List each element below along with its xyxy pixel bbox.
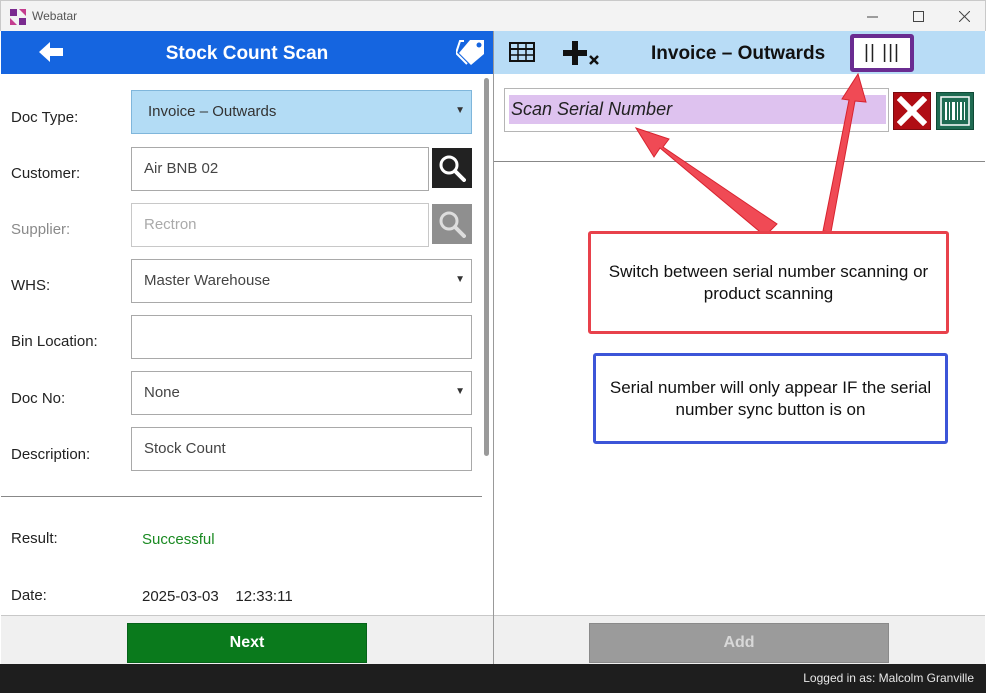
close-icon [897,96,927,126]
caret-down-icon: ▼ [455,105,465,116]
scan-serial-input[interactable] [509,95,886,124]
caret-down-icon: ▼ [455,274,465,285]
table-icon[interactable] [509,42,535,62]
right-footer: Add [494,615,985,664]
result-label: Result: [11,530,58,547]
doc-no-label: Doc No: [11,390,66,407]
barcode-scan-button[interactable] [936,92,974,130]
date-label: Date: [11,587,47,604]
left-footer: Next [1,615,493,664]
doc-type-select[interactable]: Invoice – Outwards ▼ [131,90,472,134]
whs-label: WHS: [11,277,51,294]
form-scrollbar[interactable] [484,78,489,456]
window-title-bar: Webatar [0,0,986,31]
add-button[interactable]: Add [589,623,889,663]
doc-type-label: Doc Type: [11,109,79,126]
maximize-icon [912,11,924,22]
supplier-value: Rectron [144,216,197,233]
add-clear-icon[interactable] [561,39,601,67]
callout-serial-info: Serial number will only appear IF the se… [593,353,948,444]
clear-scan-button[interactable] [893,92,931,130]
search-icon [439,211,466,238]
whs-select[interactable]: Master Warehouse ▼ [131,259,472,303]
scan-mode-toggle-button[interactable]: || ||| [850,34,914,72]
logged-in-text: Logged in as: Malcolm Granville [803,671,974,685]
window-title: Webatar [32,9,78,23]
panel-divider [493,31,494,664]
callout-switch-mode: Switch between serial number scanning or… [588,231,949,334]
caret-down-icon: ▼ [455,386,465,397]
description-value: Stock Count [144,440,226,457]
status-bar: Logged in as: Malcolm Granville [0,664,986,693]
doc-no-select[interactable]: None ▼ [131,371,472,415]
close-icon [958,11,970,22]
maximize-button[interactable] [895,1,941,32]
customer-search-button[interactable] [432,148,472,188]
right-title: Invoice – Outwards [651,43,826,64]
bin-location-label: Bin Location: [11,333,98,350]
customer-value: Air BNB 02 [144,160,219,177]
customer-field[interactable]: Air BNB 02 [131,147,429,191]
form-divider [1,496,482,497]
date-value: 2025-03-03 12:33:11 [142,588,293,605]
left-header: Stock Count Scan [1,31,493,74]
tags-icon[interactable] [456,38,488,66]
customer-label: Customer: [11,165,81,182]
webatar-logo-icon [10,9,26,25]
right-header: Invoice – Outwards || ||| [494,31,985,74]
description-field[interactable]: Stock Count [131,427,472,471]
barcode-icon [940,96,970,126]
doc-no-value: None [144,384,180,401]
supplier-search-button [432,204,472,244]
close-window-button[interactable] [941,1,986,32]
search-icon [439,155,466,182]
whs-value: Master Warehouse [144,272,271,289]
bin-location-field[interactable] [131,315,472,359]
minimize-icon [866,16,878,18]
result-value: Successful [142,531,215,548]
scan-input-container [504,88,889,132]
right-divider [494,161,985,162]
arrow-to-scan-input [634,127,778,237]
page-title: Stock Count Scan [165,43,329,64]
minimize-button[interactable] [849,1,895,32]
supplier-label: Supplier: [11,221,71,238]
doc-type-value: Invoice – Outwards [148,103,277,120]
supplier-field: Rectron [131,203,429,247]
next-button[interactable]: Next [127,623,367,663]
description-label: Description: [11,446,91,463]
